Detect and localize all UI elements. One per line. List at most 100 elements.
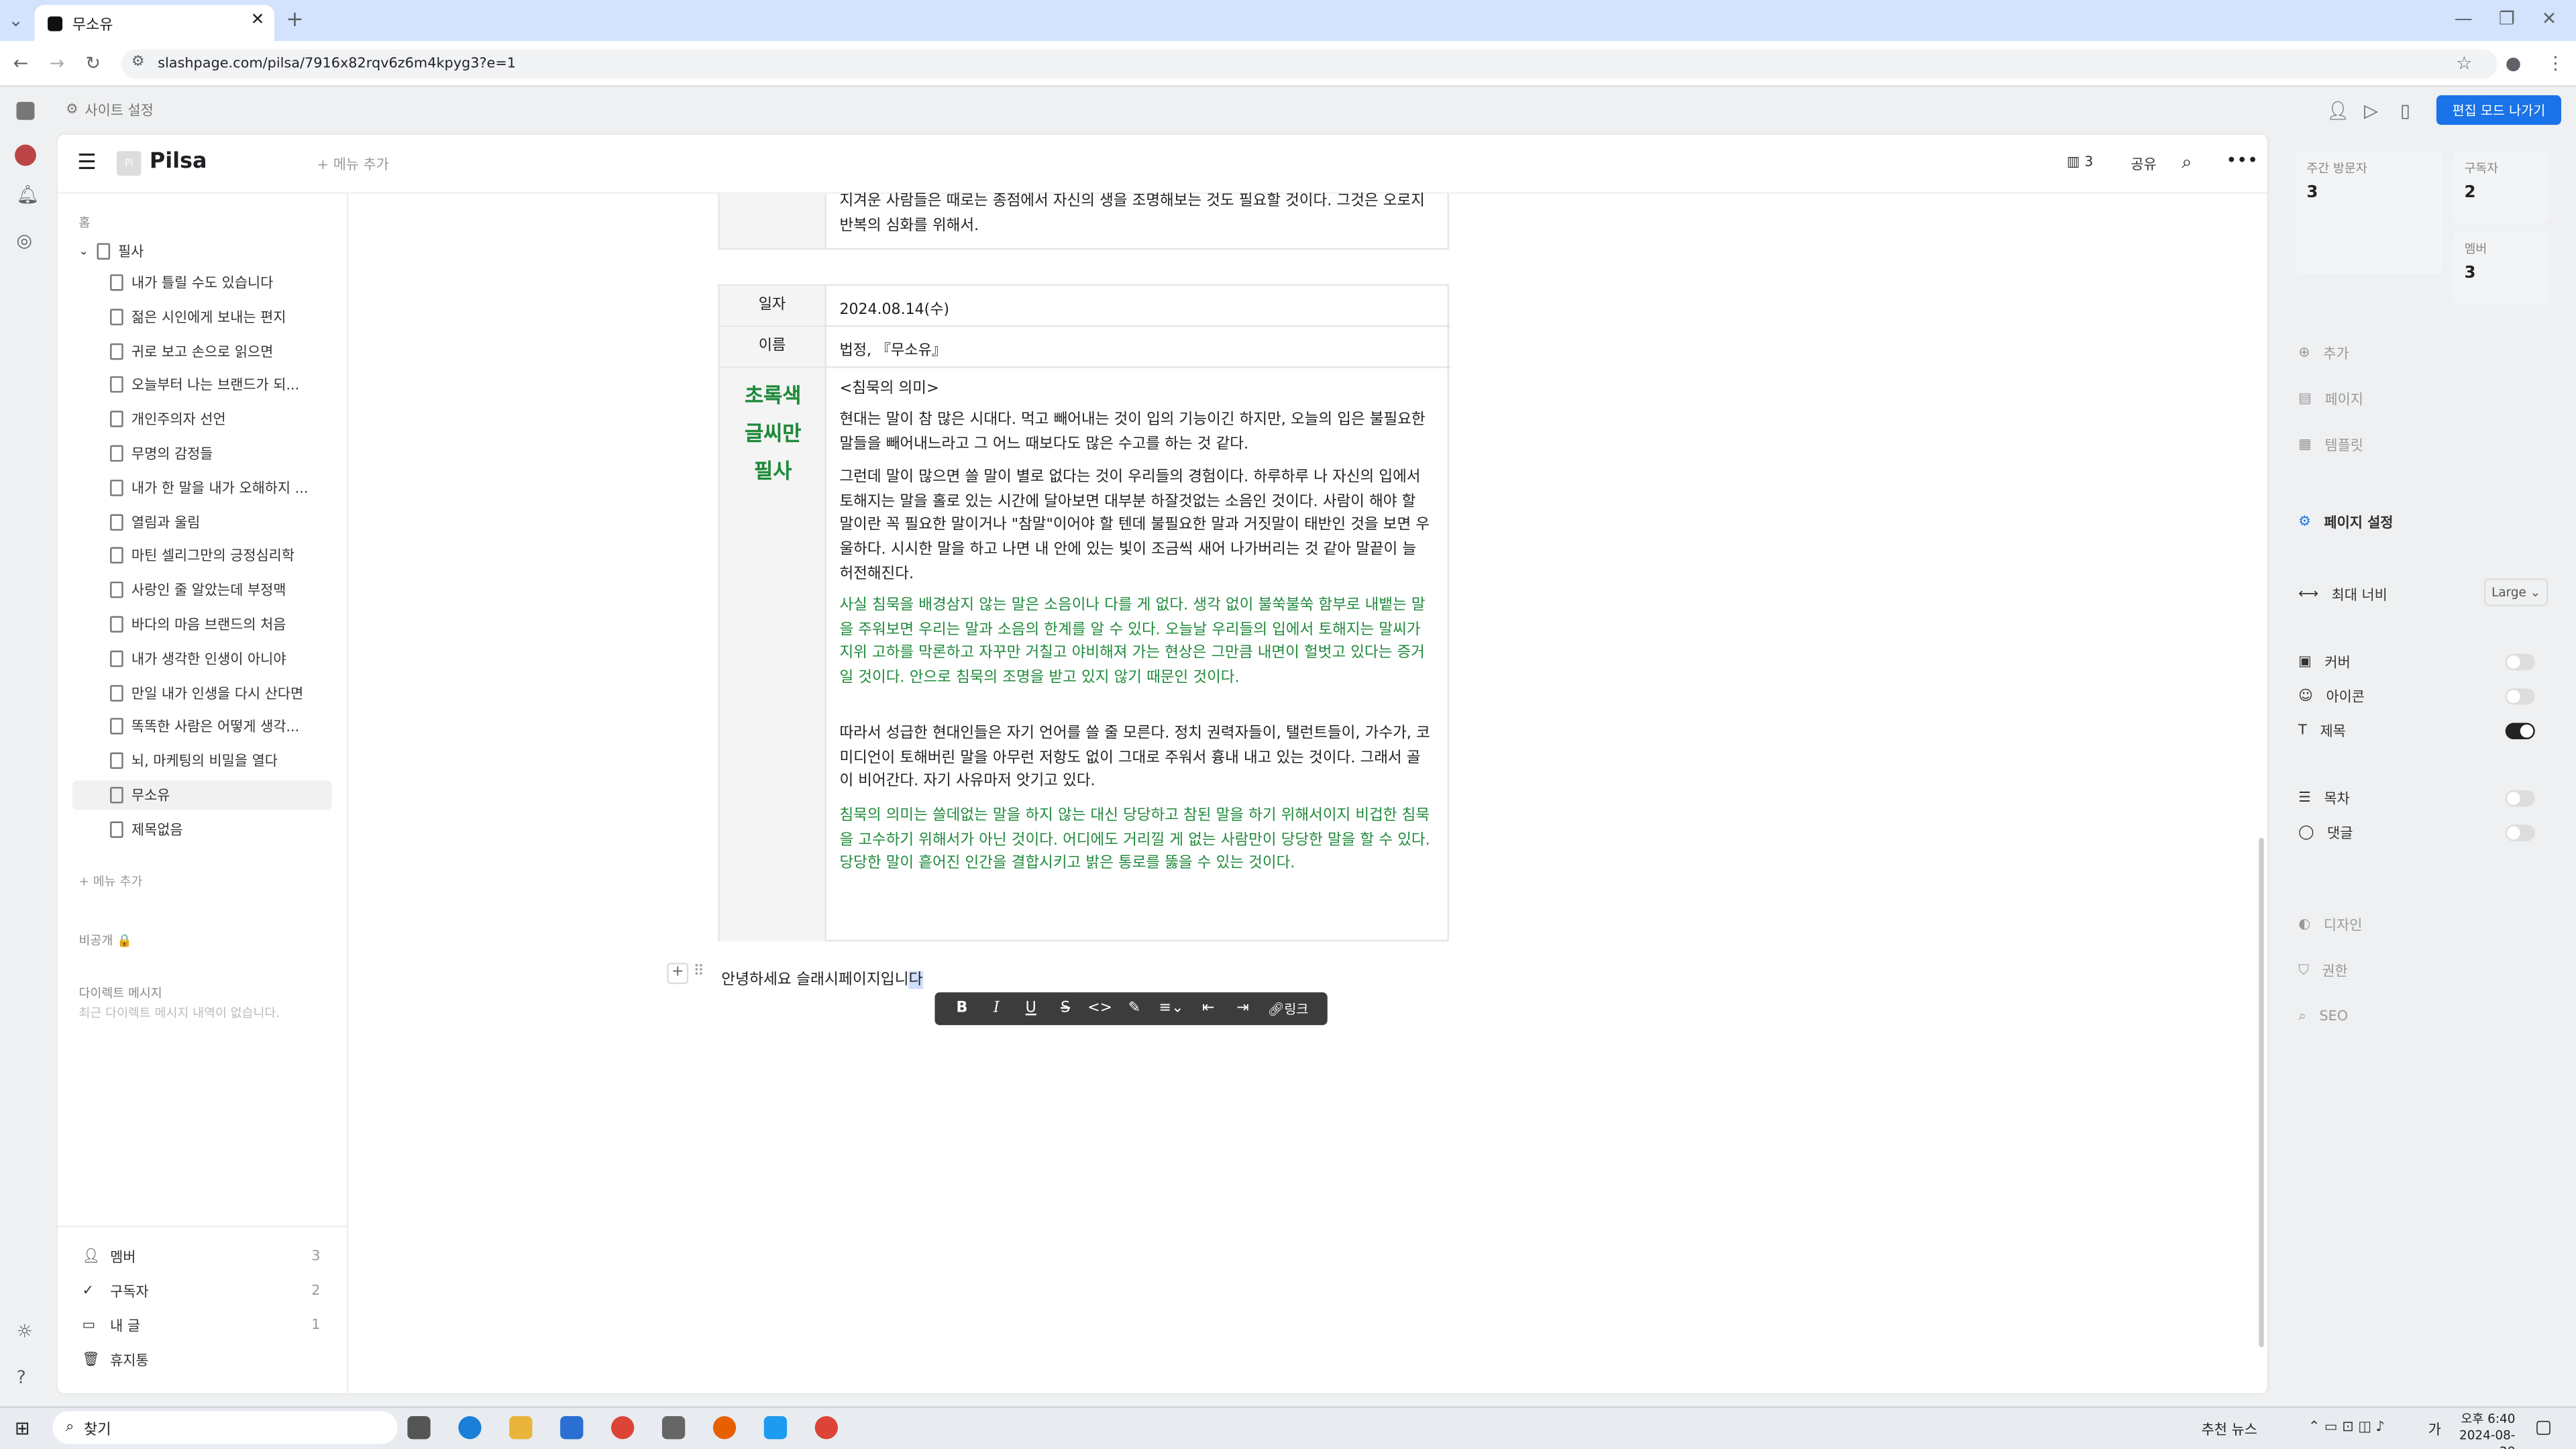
comments-toggle[interactable] bbox=[2505, 824, 2535, 841]
max-width-select[interactable]: Large ⌄ bbox=[2483, 578, 2548, 606]
maximize-icon[interactable]: ❐ bbox=[2499, 8, 2515, 30]
theme-icon[interactable]: ☼ bbox=[16, 1321, 32, 1342]
design-option[interactable]: ◐ 디자인 bbox=[2298, 915, 2362, 935]
toc-toggle[interactable] bbox=[2505, 790, 2535, 807]
underline-button[interactable]: U bbox=[1014, 1000, 1048, 1016]
ime-indicator[interactable]: 가 bbox=[2428, 1419, 2441, 1439]
outdent-icon[interactable]: ⇤ bbox=[1191, 1000, 1226, 1016]
highlight-icon[interactable]: ✎ bbox=[1117, 1000, 1151, 1016]
cover-toggle[interactable] bbox=[2505, 653, 2535, 671]
paragraph-5[interactable]: 침묵의 의미는 쓸데없는 말을 하지 않는 대신 당당하고 참된 말을 하기 위… bbox=[839, 805, 1434, 877]
sidebar-item[interactable]: 내가 틀릴 수도 있습니다 bbox=[72, 268, 332, 297]
bird-app-icon[interactable] bbox=[763, 1416, 788, 1440]
close-tab-icon[interactable]: ✕ bbox=[251, 11, 265, 30]
member-add-icon[interactable]: 👤︎ bbox=[2326, 100, 2349, 121]
avatar[interactable] bbox=[15, 144, 36, 166]
bookmark-star-icon[interactable]: ☆ bbox=[2456, 52, 2472, 74]
add-option[interactable]: ⊕ 추가 bbox=[2298, 343, 2349, 363]
forward-icon[interactable]: → bbox=[49, 52, 64, 74]
taskbar-search[interactable]: ⌕ 찾기 bbox=[52, 1411, 398, 1444]
notification-icon[interactable]: ▢ bbox=[2535, 1416, 2552, 1438]
firefox-icon[interactable] bbox=[712, 1416, 737, 1440]
indent-icon[interactable]: ⇥ bbox=[1226, 1000, 1260, 1016]
sidebar-item[interactable]: 열림과 울림 bbox=[72, 507, 332, 537]
edge-icon[interactable] bbox=[458, 1416, 482, 1440]
paragraph-1[interactable]: 현대는 말이 참 많은 시대다. 먹고 빼어내는 것이 입의 기능이긴 하지만,… bbox=[839, 409, 1434, 458]
sidebar-home[interactable]: 홈 bbox=[79, 213, 91, 231]
paragraph-3[interactable]: 사실 침묵을 배경삼지 않는 말은 소음이나 다를 게 없다. 생각 없이 불쑥… bbox=[839, 595, 1434, 692]
chrome-icon[interactable] bbox=[611, 1416, 635, 1440]
search-icon[interactable]: ⌕ bbox=[2182, 151, 2192, 174]
minimize-icon[interactable]: — bbox=[2455, 8, 2473, 30]
browser-tab[interactable]: 무소유 ✕ bbox=[34, 5, 274, 42]
back-icon[interactable]: ← bbox=[13, 52, 29, 74]
italic-button[interactable]: I bbox=[979, 1000, 1014, 1016]
slashpage-logo-icon[interactable] bbox=[16, 101, 35, 120]
page-settings-option[interactable]: ⚙ 페이지 설정 bbox=[2298, 513, 2393, 533]
share-button[interactable]: 공유 bbox=[2131, 154, 2156, 174]
icon-toggle[interactable] bbox=[2505, 688, 2535, 705]
paragraph-4[interactable]: 따라서 성급한 현대인들은 자기 언어를 쓸 줄 모른다. 정치 권력자들이, … bbox=[839, 723, 1434, 796]
ie-icon[interactable] bbox=[560, 1416, 584, 1440]
sidebar-item[interactable]: 귀로 보고 손으로 읽으면 bbox=[72, 336, 332, 366]
profile-icon[interactable]: ● bbox=[2506, 52, 2522, 74]
new-tab-icon[interactable]: + bbox=[286, 8, 304, 33]
block-add-icon[interactable]: + bbox=[667, 963, 689, 984]
sidebar-footer-item[interactable]: 👤︎ 멤버 3 bbox=[82, 1247, 320, 1267]
exit-edit-mode-button[interactable]: 편집 모드 나가기 bbox=[2436, 95, 2561, 125]
seo-option[interactable]: ⌕ SEO bbox=[2298, 1009, 2348, 1025]
page-option[interactable]: ▤ 페이지 bbox=[2298, 389, 2363, 409]
windows-start-icon[interactable]: ⊞ bbox=[15, 1417, 30, 1439]
clock[interactable]: 오후 6:40 2024-08-28 bbox=[2453, 1411, 2515, 1449]
stats-button[interactable]: ▥ 3 bbox=[2067, 154, 2094, 170]
sidebar-item[interactable]: 똑똑한 사람은 어떻게 생각... bbox=[72, 712, 332, 741]
name-value[interactable]: 법정, 『무소유』 bbox=[839, 338, 946, 360]
drag-handle-icon[interactable]: ⠿ bbox=[693, 965, 704, 981]
sidebar-item[interactable]: 사랑인 줄 알았는데 부정맥 bbox=[72, 576, 332, 605]
sidebar-item[interactable]: 제목없음 bbox=[72, 814, 332, 844]
template-option[interactable]: ▦ 템플릿 bbox=[2298, 435, 2363, 455]
more-icon[interactable]: ••• bbox=[2226, 150, 2258, 171]
site-info-icon[interactable]: ⚙ bbox=[131, 54, 145, 70]
sidebar-item[interactable]: 오늘부터 나는 브랜드가 되... bbox=[72, 370, 332, 400]
bold-button[interactable]: B bbox=[945, 1000, 979, 1016]
sidebar-item[interactable]: 무명의 감정들 bbox=[72, 439, 332, 468]
title-toggle[interactable] bbox=[2505, 722, 2535, 740]
paragraph-2[interactable]: 그런데 말이 많으면 쓸 말이 별로 없다는 것이 우리들의 경험이다. 하루하… bbox=[839, 467, 1434, 588]
help-icon[interactable]: ? bbox=[16, 1367, 25, 1389]
code-button[interactable]: <> bbox=[1083, 1000, 1117, 1016]
sidebar-item[interactable]: 내가 한 말을 내가 오해하지 ... bbox=[72, 473, 332, 502]
file-explorer-icon[interactable] bbox=[509, 1416, 533, 1440]
add-menu-button[interactable]: + 메뉴 추가 bbox=[317, 154, 389, 174]
scrollbar[interactable] bbox=[2259, 837, 2264, 1348]
sidebar-footer-item[interactable]: ▭ 내 글 1 bbox=[82, 1316, 320, 1336]
sidebar-add-menu[interactable]: + 메뉴 추가 bbox=[79, 872, 143, 890]
preview-play-icon[interactable]: ▷ bbox=[2364, 100, 2378, 121]
date-value[interactable]: 2024.08.14(수) bbox=[839, 297, 949, 319]
window-close-icon[interactable]: ✕ bbox=[2542, 8, 2557, 30]
site-title[interactable]: Pilsa bbox=[150, 150, 207, 174]
sidebar-item[interactable]: 무소유 bbox=[72, 780, 332, 810]
sidebar-section-pilsa[interactable]: ⌄ 필사 bbox=[79, 241, 144, 261]
sidebar-item[interactable]: 만일 내가 인생을 다시 산다면 bbox=[72, 678, 332, 707]
sidebar-item[interactable]: 개인주의자 선언 bbox=[72, 405, 332, 434]
panel-toggle-icon[interactable]: ▯ bbox=[2400, 100, 2410, 121]
link-button[interactable]: 🔗︎링크 bbox=[1260, 1000, 1316, 1018]
sidebar-item[interactable]: 마틴 셀리그만의 긍정심리학 bbox=[72, 541, 332, 571]
tray-icons[interactable]: ⌃ ▭ ⊡ ◫ ♪ bbox=[2308, 1419, 2385, 1436]
sidebar-item[interactable]: 바다의 마음 브랜드의 처음 bbox=[72, 610, 332, 639]
heading-text[interactable]: <침묵의 의미> bbox=[839, 378, 938, 402]
compass-icon[interactable]: ◎ bbox=[16, 230, 32, 252]
bell-icon[interactable]: 🔔︎ bbox=[16, 184, 39, 205]
news-widget[interactable]: 추천 뉴스 bbox=[2202, 1419, 2257, 1439]
site-settings-link[interactable]: ⚙ 사이트 설정 bbox=[52, 89, 2287, 131]
sidebar-footer-item[interactable]: ✓ 구독자 2 bbox=[82, 1281, 320, 1301]
permission-option[interactable]: ⛉ 권한 bbox=[2298, 961, 2348, 981]
chrome-active-icon[interactable] bbox=[814, 1416, 838, 1440]
sidebar-footer-item[interactable]: 🗑︎ 휴지통 bbox=[82, 1350, 320, 1371]
sidebar-item[interactable]: 젊은 시인에게 보내는 편지 bbox=[72, 302, 332, 331]
editing-line[interactable]: 안녕하세요 슬래시페이지입니다 bbox=[721, 966, 923, 989]
reload-icon[interactable]: ↻ bbox=[85, 52, 101, 74]
prev-text[interactable]: 지겨운 사람들은 때로는 종점에서 자신의 생을 조명해보는 것도 필요할 것이… bbox=[839, 191, 1439, 239]
settings-icon[interactable] bbox=[661, 1416, 686, 1440]
